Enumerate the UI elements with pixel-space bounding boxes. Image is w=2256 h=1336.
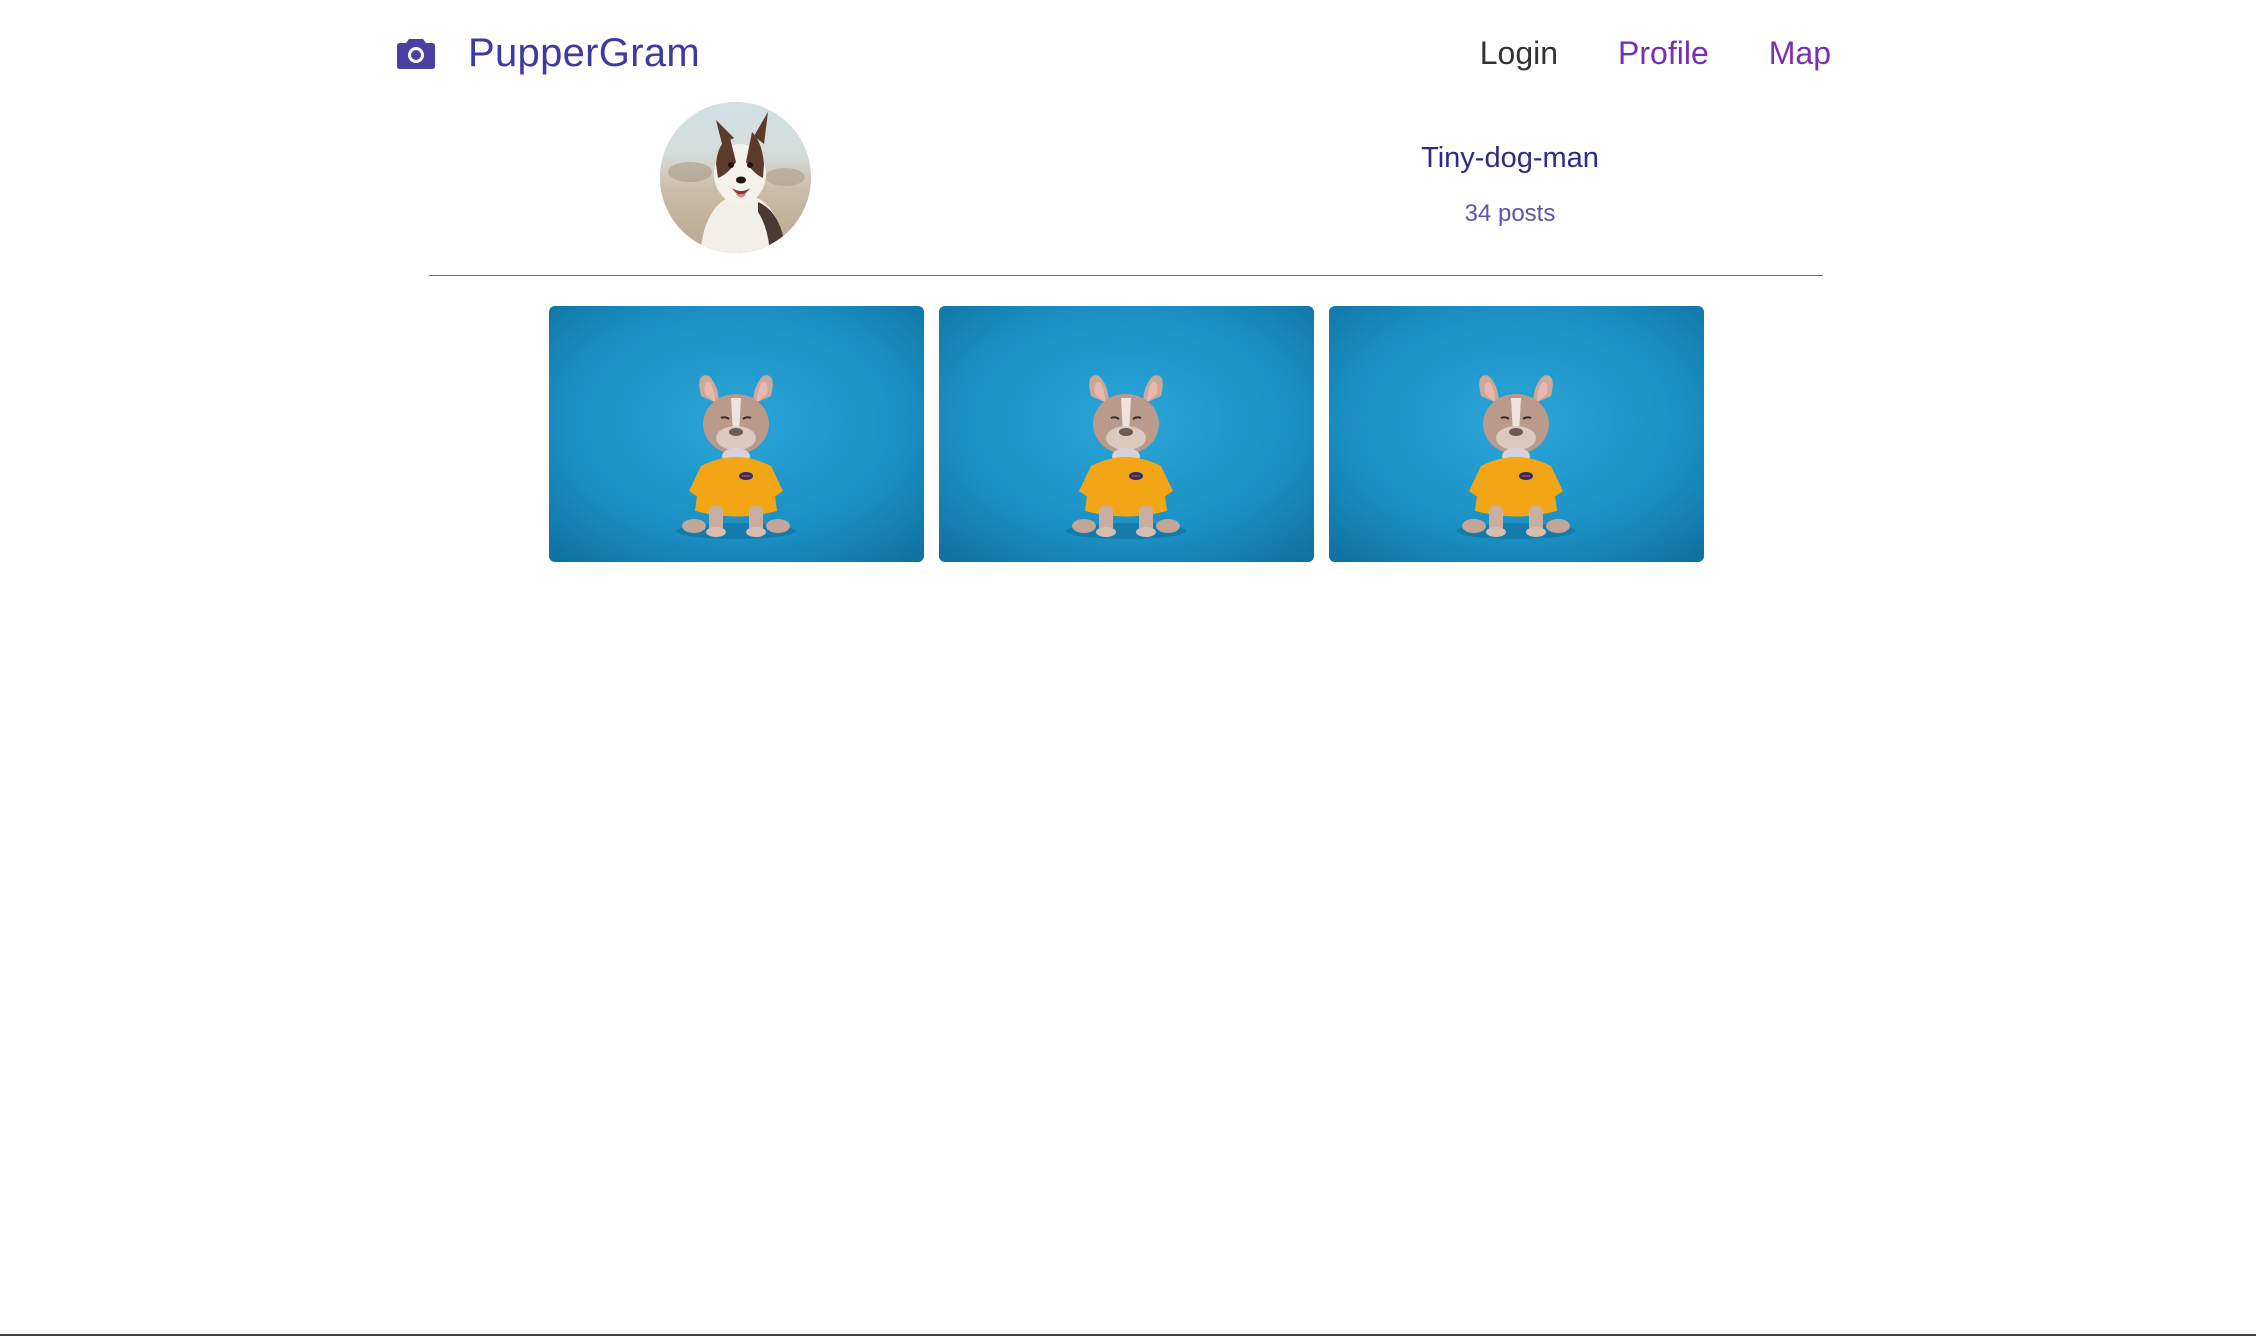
page: PupperGram Login Profile Map Tiny-dog-ma…: [0, 0, 2256, 1336]
nav-login-link[interactable]: Login: [1480, 35, 1558, 72]
brand[interactable]: PupperGram: [396, 18, 700, 88]
nav-profile-link[interactable]: Profile: [1618, 35, 1709, 72]
avatar: [660, 102, 811, 253]
photo-french-bulldog: [1329, 306, 1704, 562]
brand-title: PupperGram: [468, 30, 700, 75]
photo-french-bulldog: [939, 306, 1314, 562]
photo-post-2[interactable]: [939, 306, 1314, 562]
nav-map-link[interactable]: Map: [1769, 35, 1831, 72]
camera-icon: [397, 39, 435, 69]
profile-divider: [429, 275, 1823, 276]
profile-username: Tiny-dog-man: [1421, 142, 1599, 174]
photo-post-3[interactable]: [1329, 306, 1704, 562]
avatar-dog-photo: [660, 102, 811, 253]
photo-grid: [549, 306, 1704, 562]
photo-french-bulldog: [549, 306, 924, 562]
profile-post-count: 34 posts: [1464, 200, 1556, 227]
top-nav: Login Profile Map: [1480, 18, 1831, 88]
photo-post-1[interactable]: [549, 306, 924, 562]
